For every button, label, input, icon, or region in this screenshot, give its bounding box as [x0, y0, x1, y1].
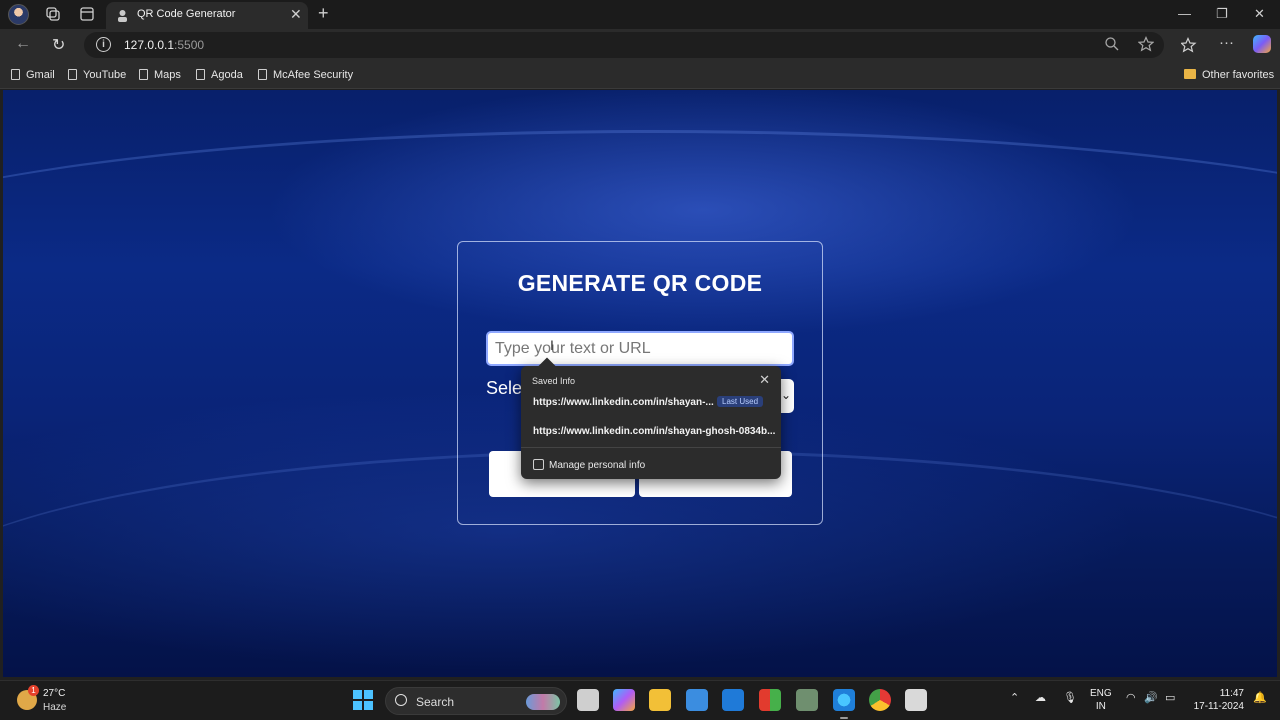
app-icon[interactable] [796, 689, 818, 711]
profile-avatar[interactable] [8, 4, 29, 25]
bookmark-mcafee[interactable]: McAfee Security [258, 69, 353, 81]
copilot-icon[interactable] [1253, 35, 1271, 53]
clock[interactable]: 11:47 17-11-2024 [1188, 687, 1244, 713]
text-url-input[interactable] [486, 331, 794, 366]
edge-icon[interactable] [833, 689, 855, 711]
weather-description[interactable]: Haze [43, 702, 66, 713]
chrome-icon[interactable] [869, 689, 891, 711]
manage-personal-info[interactable]: Manage personal info [533, 459, 645, 471]
page-icon [196, 69, 205, 80]
favorites-icon[interactable] [1181, 37, 1197, 53]
onedrive-cloud-icon[interactable]: ☁ [1035, 691, 1046, 704]
back-icon[interactable]: ← [15, 35, 31, 53]
divider [521, 447, 781, 448]
taskbar: 1 27°C Haze Search ⌃ ☁ 🎙 ENG IN ◠ 🔊 ▭ 11:… [0, 680, 1280, 720]
page-icon [258, 69, 267, 80]
autofill-suggestion[interactable]: https://www.linkedin.com/in/shayan-ghosh… [533, 426, 775, 437]
refresh-icon[interactable]: ↻ [52, 35, 65, 55]
personal-info-icon [533, 459, 544, 470]
address-bar[interactable]: i 127.0.0.1:5500 [84, 32, 1164, 58]
copilot-app-icon[interactable] [613, 689, 635, 711]
close-window-icon[interactable]: ✕ [1254, 6, 1265, 22]
page-icon [68, 69, 77, 80]
snipping-tool-icon[interactable] [905, 689, 927, 711]
bookmark-youtube[interactable]: YouTube [68, 69, 126, 81]
search-highlight-icon [526, 694, 560, 710]
search-icon [395, 694, 407, 706]
task-view-icon[interactable] [577, 689, 599, 711]
tab-title: QR Code Generator [137, 8, 236, 20]
browser-chrome: QR Code Generator ✕ + — ❐ ✕ ← ↻ i 127.0.… [0, 0, 1280, 90]
battery-icon[interactable]: ▭ [1165, 691, 1175, 704]
vscode-icon[interactable] [722, 689, 744, 711]
site-info-icon[interactable]: i [96, 37, 111, 52]
close-icon[interactable]: ✕ [759, 372, 770, 388]
bookmarks-bar: Gmail YouTube Maps Agoda McAfee Security… [0, 61, 1280, 89]
minimize-icon[interactable]: — [1178, 6, 1191, 21]
page-title: GENERATE QR CODE [517, 270, 763, 296]
wifi-icon[interactable]: ◠ [1126, 691, 1136, 704]
page-icon [11, 69, 20, 80]
autofill-title: Saved Info [532, 376, 576, 386]
tab-qr-code-generator[interactable]: QR Code Generator ✕ [106, 2, 308, 29]
autofill-suggestion[interactable]: https://www.linkedin.com/in/shayan-... [533, 397, 714, 408]
more-options-icon[interactable]: ··· [1219, 34, 1234, 51]
file-explorer-icon[interactable] [649, 689, 671, 711]
tab-close-icon[interactable]: ✕ [290, 6, 302, 23]
microphone-icon[interactable]: 🎙 [1063, 691, 1077, 704]
address-row: ← ↻ i 127.0.0.1:5500 ··· [0, 29, 1280, 61]
last-used-badge: Last Used [717, 396, 764, 407]
favorite-star-icon[interactable] [1137, 36, 1155, 52]
bookmark-gmail[interactable]: Gmail [11, 69, 55, 81]
bookmark-agoda[interactable]: Agoda [196, 69, 243, 81]
notification-badge: 1 [28, 685, 39, 696]
taskbar-search[interactable]: Search [385, 687, 567, 715]
zoom-icon[interactable] [1104, 36, 1120, 52]
bookmark-maps[interactable]: Maps [139, 69, 181, 81]
volume-icon[interactable]: 🔊 [1144, 691, 1158, 704]
store-icon[interactable] [686, 689, 708, 711]
tab-bar: QR Code Generator ✕ + — ❐ ✕ [0, 0, 1280, 29]
page-icon [139, 69, 148, 80]
select-label: Sele [486, 378, 523, 398]
start-windows-icon[interactable] [353, 690, 373, 710]
text-cursor-icon: I [550, 337, 554, 353]
new-tab-icon[interactable]: + [318, 3, 329, 24]
weather-temperature[interactable]: 27°C [43, 688, 65, 699]
language-indicator[interactable]: ENG IN [1090, 687, 1112, 713]
tab-actions-icon[interactable] [78, 5, 96, 23]
restore-icon[interactable]: ❐ [1216, 6, 1228, 22]
chevron-up-icon[interactable]: ⌃ [1010, 691, 1019, 704]
notification-bell-icon[interactable]: 🔔 [1253, 691, 1267, 704]
omnibox-icons [1104, 36, 1155, 57]
other-favorites[interactable]: Other favorites [1184, 69, 1274, 81]
folder-icon [1184, 69, 1196, 79]
url-text: 127.0.0.1:5500 [124, 38, 205, 52]
search-label: Search [416, 695, 455, 709]
chevron-down-icon: ⌄ [780, 388, 791, 402]
site-favicon-icon [118, 10, 127, 22]
active-app-indicator [840, 717, 848, 719]
office-icon[interactable] [759, 689, 781, 711]
workspaces-icon[interactable] [44, 5, 62, 23]
autofill-popup: Saved Info ✕ https://www.linkedin.com/in… [521, 366, 781, 479]
